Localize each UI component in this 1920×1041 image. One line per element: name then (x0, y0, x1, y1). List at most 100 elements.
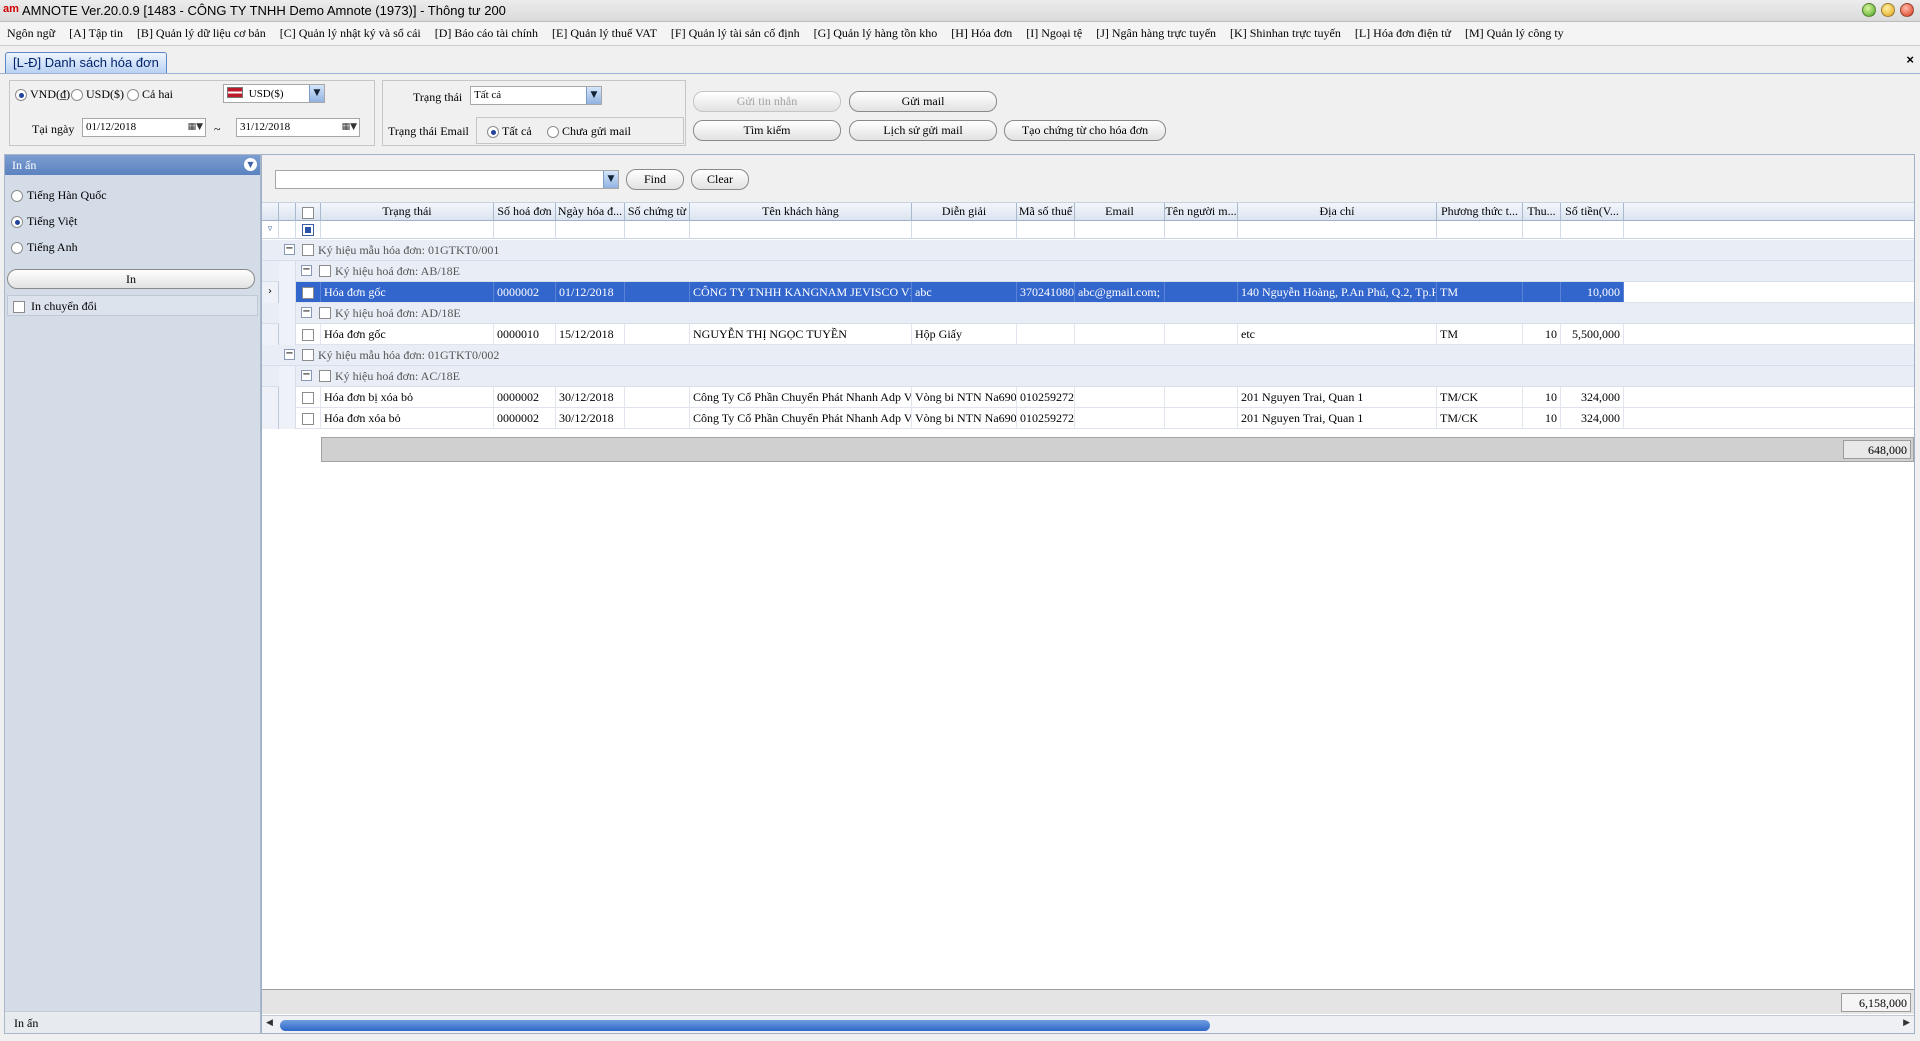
language-option[interactable]: Tiếng Việt (11, 214, 77, 229)
row-checkbox[interactable] (302, 413, 314, 426)
email-status-option[interactable]: Chưa gửi mail (547, 124, 631, 139)
group-row[interactable]: − Ký hiệu mẫu hóa đơn: 01GTKT0/002 (262, 345, 1914, 366)
horizontal-scrollbar[interactable]: ◀ ▶ (262, 1015, 1914, 1033)
filter-cell[interactable] (1523, 221, 1561, 239)
send-message-button[interactable]: Gửi tin nhắn (693, 91, 841, 112)
cell-invoice_no[interactable]: 0000002 (494, 282, 556, 302)
cell-tax_code[interactable] (1017, 324, 1075, 344)
cell-customer[interactable]: CÔNG TY TNHH KANGNAM JEVISCO VN (690, 282, 912, 302)
date-to-field[interactable]: 31/12/2018 ▦▼ (236, 118, 360, 137)
select-all-checkbox[interactable] (302, 207, 314, 220)
currency-option[interactable]: Cả hai (127, 87, 173, 102)
cell-tax[interactable]: 10 (1523, 408, 1561, 428)
row-checkbox-cell[interactable] (296, 408, 321, 428)
email-status-option[interactable]: Tất cả (487, 124, 532, 139)
filter-cell[interactable] (321, 221, 494, 239)
cell-email[interactable] (1075, 387, 1165, 407)
column-header-email[interactable]: Email (1075, 203, 1165, 221)
chevron-down-icon[interactable]: ▼ (309, 85, 324, 102)
filter-cell[interactable] (690, 221, 912, 239)
cell-amount[interactable]: 5,500,000 (1561, 324, 1624, 344)
column-header-payment[interactable]: Phương thức t... (1437, 203, 1523, 221)
cell-status[interactable]: Hóa đơn gốc (321, 324, 494, 344)
table-row[interactable]: Hóa đơn xóa bỏ 0000002 30/12/2018 Công Ty C… (262, 408, 1914, 429)
radio-button[interactable] (547, 126, 559, 139)
cell-payment[interactable]: TM/CK (1437, 387, 1523, 407)
cell-address[interactable]: 201 Nguyen Trai, Quan 1 (1238, 408, 1437, 428)
column-header-tax[interactable]: Thu... (1523, 203, 1561, 221)
table-row[interactable]: › Hóa đơn gốc 0000002 01/12/2018 CÔNG TY TNH… (262, 282, 1914, 303)
cell-description[interactable]: Vòng bi NTN Na6903R (912, 408, 1017, 428)
collapse-icon[interactable]: ▼ (244, 158, 257, 171)
cell-amount[interactable]: 324,000 (1561, 387, 1624, 407)
menu-item[interactable]: [D] Báo cáo tài chính (428, 22, 545, 45)
cell-description[interactable]: Vòng bi NTN Na6903R (912, 387, 1017, 407)
print-convert-row[interactable]: In chuyển đổi (7, 295, 258, 316)
cell-customer[interactable]: Công Ty Cổ Phần Chuyển Phát Nhanh Adp Vi… (690, 387, 912, 407)
collapse-minus-icon[interactable]: − (301, 265, 312, 276)
cell-email[interactable]: abc@gmail.com; (1075, 282, 1165, 302)
cell-date[interactable]: 30/12/2018 (556, 387, 625, 407)
language-option[interactable]: Tiếng Hàn Quốc (11, 188, 107, 203)
row-checkbox[interactable] (302, 287, 314, 300)
menu-item[interactable]: [L] Hóa đơn điện tử (1348, 22, 1458, 45)
language-option[interactable]: Tiếng Anh (11, 240, 78, 255)
column-header-customer[interactable]: Tên khách hàng (690, 203, 912, 221)
cell-email[interactable] (1075, 324, 1165, 344)
filter-cell[interactable] (1561, 221, 1624, 239)
collapse-minus-icon[interactable]: − (301, 370, 312, 381)
cell-status[interactable]: Hóa đơn gốc (321, 282, 494, 302)
cell-invoice_no[interactable]: 0000002 (494, 387, 556, 407)
column-header-date[interactable]: Ngày hóa đ... (556, 203, 625, 221)
collapse-minus-icon[interactable]: − (284, 244, 295, 255)
row-checkbox-cell[interactable] (296, 282, 321, 302)
cell-voucher[interactable] (625, 408, 690, 428)
cell-payment[interactable]: TM/CK (1437, 408, 1523, 428)
close-tab-icon[interactable]: × (1906, 52, 1914, 67)
tab-invoice-list[interactable]: [L-Đ] Danh sách hóa đơn (5, 52, 167, 73)
send-mail-button[interactable]: Gửi mail (849, 91, 997, 112)
column-header-recipient[interactable]: Tên người m... (1165, 203, 1238, 221)
subgroup-row[interactable]: − Ký hiệu hoá đơn: AD/18E (262, 303, 1914, 324)
minimize-button[interactable] (1862, 3, 1876, 17)
print-convert-checkbox[interactable] (13, 301, 25, 314)
menu-item[interactable]: [K] Shinhan trực tuyến (1223, 22, 1348, 45)
radio-button[interactable] (127, 89, 139, 102)
cell-customer[interactable]: NGUYỄN THỊ NGỌC TUYỀN (690, 324, 912, 344)
clear-button[interactable]: Clear (691, 169, 749, 190)
date-from-field[interactable]: 01/12/2018 ▦▼ (82, 118, 206, 137)
subgroup-checkbox[interactable] (319, 307, 331, 319)
filter-cell[interactable] (1075, 221, 1165, 239)
currency-option[interactable]: VND(₫) (15, 87, 70, 102)
menu-item[interactable]: [H] Hóa đơn (944, 22, 1019, 45)
table-row[interactable]: Hóa đơn gốc 0000010 15/12/2018 NGUYỄN THỊ N… (262, 324, 1914, 345)
column-header-tax_code[interactable]: Mã số thuế (1017, 203, 1075, 221)
print-button[interactable]: In (7, 269, 255, 289)
cell-status[interactable]: Hóa đơn xóa bỏ (321, 408, 494, 428)
status-select[interactable]: Tất cả ▼ (470, 86, 602, 105)
filter-cell[interactable] (625, 221, 690, 239)
radio-button[interactable] (71, 89, 83, 102)
radio-button[interactable] (11, 216, 23, 229)
cell-address[interactable]: 140 Nguyễn Hoàng, P.An Phú, Q.2, Tp.HCM (1238, 282, 1437, 302)
subgroup-row[interactable]: − Ký hiệu hoá đơn: AB/18E (262, 261, 1914, 282)
group-row[interactable]: − Ký hiệu mẫu hóa đơn: 01GTKT0/001 (262, 240, 1914, 261)
cell-tax[interactable] (1523, 282, 1561, 302)
scroll-right-icon[interactable]: ▶ (1903, 1018, 1910, 1028)
filter-cell[interactable] (1165, 221, 1238, 239)
group-checkbox[interactable] (302, 244, 314, 256)
header-select-all[interactable] (296, 203, 321, 221)
collapse-minus-icon[interactable]: − (284, 349, 295, 360)
row-checkbox[interactable] (302, 329, 314, 342)
currency-option[interactable]: USD($) (71, 87, 124, 102)
filter-cell[interactable] (494, 221, 556, 239)
menu-item[interactable]: [E] Quản lý thuế VAT (545, 22, 664, 45)
cell-voucher[interactable] (625, 324, 690, 344)
create-voucher-button[interactable]: Tạo chứng từ cho hóa đơn (1004, 120, 1166, 141)
filter-checkbox[interactable] (302, 224, 314, 237)
group-checkbox[interactable] (302, 349, 314, 361)
chevron-down-icon[interactable]: ▼ (603, 171, 618, 188)
menu-item[interactable]: [B] Quản lý dữ liệu cơ bản (130, 22, 273, 45)
chevron-down-icon[interactable]: ▼ (586, 87, 601, 104)
column-header-amount[interactable]: Số tiền(V... (1561, 203, 1624, 221)
